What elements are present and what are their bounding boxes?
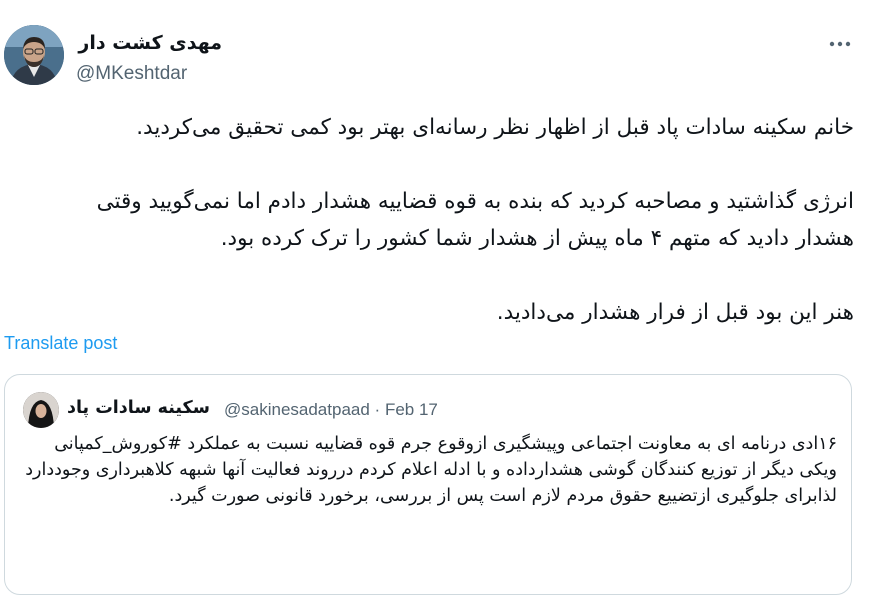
author-avatar[interactable] [4,25,64,85]
quoted-author-avatar[interactable] [23,392,59,428]
tweet-paragraph: انرژی گذاشتید و مصاحبه کردید که بنده به … [96,189,854,251]
tweet-paragraph: خانم سکینه سادات پاد قبل از اظهار نظر رس… [136,115,854,140]
tweet-paragraph: هنر این بود قبل از فرار هشدار می‌دادید. [496,300,854,325]
quoted-meta: @sakinesadatpaad · Feb 17 [224,400,438,420]
more-dots-icon [829,41,851,47]
quoted-paragraph: ۱۶ادی درنامه ای به معاونت اجتماعی وپیشگی… [25,434,837,506]
translate-post-link[interactable]: Translate post [4,333,117,354]
avatar-photo [4,25,64,85]
quoted-date[interactable]: Feb 17 [385,400,438,419]
quoted-tweet-card[interactable]: سکینه سادات پاد @sakinesadatpaad · Feb 1… [4,374,852,595]
author-handle[interactable]: @MKeshtdar [76,63,187,85]
quoted-tweet-text: ۱۶ادی درنامه ای به معاونت اجتماعی وپیشگی… [19,431,837,509]
author-name[interactable]: مهدی کشت دار [72,32,222,54]
meta-separator: · [374,400,381,419]
quoted-author-handle[interactable]: @sakinesadatpaad [224,400,370,419]
tweet-text: خانم سکینه سادات پاد قبل از اظهار نظر رس… [40,109,854,331]
quoted-author-name[interactable]: سکینه سادات پاد [67,398,210,418]
more-options-button[interactable] [824,28,856,60]
quoted-avatar-photo [23,392,59,428]
